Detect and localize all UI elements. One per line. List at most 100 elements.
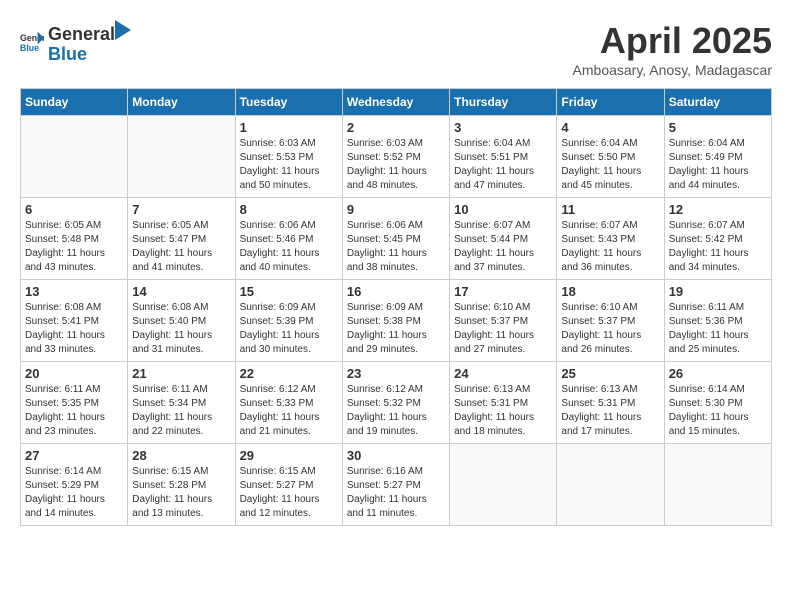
day-info: Sunrise: 6:10 AMSunset: 5:37 PMDaylight:…	[454, 301, 552, 357]
day-number: 4	[561, 120, 659, 135]
day-info: Sunrise: 6:11 AMSunset: 5:34 PMDaylight:…	[132, 383, 230, 439]
calendar-cell: 1 Sunrise: 6:03 AMSunset: 5:53 PMDaylight…	[235, 116, 342, 198]
day-info: Sunrise: 6:04 AMSunset: 5:51 PMDaylight:…	[454, 137, 552, 193]
calendar-cell: 3 Sunrise: 6:04 AMSunset: 5:51 PMDaylight…	[450, 116, 557, 198]
day-info: Sunrise: 6:07 AMSunset: 5:44 PMDaylight:…	[454, 219, 552, 275]
calendar-cell: 18 Sunrise: 6:10 AMSunset: 5:37 PMDayligh…	[557, 280, 664, 362]
calendar-cell: 4 Sunrise: 6:04 AMSunset: 5:50 PMDaylight…	[557, 116, 664, 198]
calendar-cell: 22 Sunrise: 6:12 AMSunset: 5:33 PMDayligh…	[235, 362, 342, 444]
location-subtitle: Amboasary, Anosy, Madagascar	[573, 62, 772, 78]
day-number: 7	[132, 202, 230, 217]
header: General Blue General Blue April 2025 Amb…	[20, 20, 772, 78]
calendar-week-row: 6 Sunrise: 6:05 AMSunset: 5:48 PMDaylight…	[21, 198, 772, 280]
day-number: 3	[454, 120, 552, 135]
day-number: 13	[25, 284, 123, 299]
day-info: Sunrise: 6:12 AMSunset: 5:32 PMDaylight:…	[347, 383, 445, 439]
day-info: Sunrise: 6:12 AMSunset: 5:33 PMDaylight:…	[240, 383, 338, 439]
day-info: Sunrise: 6:08 AMSunset: 5:40 PMDaylight:…	[132, 301, 230, 357]
day-info: Sunrise: 6:15 AMSunset: 5:28 PMDaylight:…	[132, 465, 230, 521]
day-info: Sunrise: 6:09 AMSunset: 5:39 PMDaylight:…	[240, 301, 338, 357]
day-info: Sunrise: 6:06 AMSunset: 5:46 PMDaylight:…	[240, 219, 338, 275]
calendar-cell: 19 Sunrise: 6:11 AMSunset: 5:36 PMDayligh…	[664, 280, 771, 362]
logo: General Blue General Blue	[20, 20, 131, 65]
day-info: Sunrise: 6:14 AMSunset: 5:30 PMDaylight:…	[669, 383, 767, 439]
day-number: 24	[454, 366, 552, 381]
day-number: 30	[347, 448, 445, 463]
calendar-cell: 17 Sunrise: 6:10 AMSunset: 5:37 PMDayligh…	[450, 280, 557, 362]
calendar-cell: 9Sunrise: 6:06 AMSunset: 5:45 PMDaylight…	[342, 198, 449, 280]
day-info: Sunrise: 6:07 AMSunset: 5:42 PMDaylight:…	[669, 219, 767, 275]
day-info: Sunrise: 6:16 AMSunset: 5:27 PMDaylight:…	[347, 465, 445, 521]
day-info: Sunrise: 6:03 AMSunset: 5:53 PMDaylight:…	[240, 137, 338, 193]
day-number: 11	[561, 202, 659, 217]
calendar-cell: 30 Sunrise: 6:16 AMSunset: 5:27 PMDayligh…	[342, 444, 449, 526]
calendar-header-wednesday: Wednesday	[342, 89, 449, 116]
calendar-cell: 20 Sunrise: 6:11 AMSunset: 5:35 PMDayligh…	[21, 362, 128, 444]
calendar-header-sunday: Sunday	[21, 89, 128, 116]
day-info: Sunrise: 6:04 AMSunset: 5:50 PMDaylight:…	[561, 137, 659, 193]
day-info: Sunrise: 6:09 AMSunset: 5:38 PMDaylight:…	[347, 301, 445, 357]
day-info: Sunrise: 6:05 AMSunset: 5:48 PMDaylight:…	[25, 219, 123, 275]
calendar-cell	[128, 116, 235, 198]
calendar-cell: 28 Sunrise: 6:15 AMSunset: 5:28 PMDayligh…	[128, 444, 235, 526]
calendar-cell: 10 Sunrise: 6:07 AMSunset: 5:44 PMDayligh…	[450, 198, 557, 280]
day-number: 16	[347, 284, 445, 299]
day-info: Sunrise: 6:14 AMSunset: 5:29 PMDaylight:…	[25, 465, 123, 521]
svg-text:Blue: Blue	[20, 43, 39, 53]
calendar-header-friday: Friday	[557, 89, 664, 116]
day-number: 26	[669, 366, 767, 381]
calendar-cell	[664, 444, 771, 526]
day-number: 28	[132, 448, 230, 463]
calendar-cell: 11Sunrise: 6:07 AMSunset: 5:43 PMDayligh…	[557, 198, 664, 280]
calendar-cell	[450, 444, 557, 526]
day-number: 29	[240, 448, 338, 463]
day-info: Sunrise: 6:13 AMSunset: 5:31 PMDaylight:…	[561, 383, 659, 439]
day-number: 18	[561, 284, 659, 299]
day-number: 22	[240, 366, 338, 381]
day-number: 25	[561, 366, 659, 381]
calendar-cell: 8Sunrise: 6:06 AMSunset: 5:46 PMDaylight…	[235, 198, 342, 280]
logo-general-text: General	[48, 25, 115, 45]
day-number: 19	[669, 284, 767, 299]
day-number: 23	[347, 366, 445, 381]
calendar-header-monday: Monday	[128, 89, 235, 116]
day-number: 6	[25, 202, 123, 217]
day-number: 15	[240, 284, 338, 299]
day-number: 17	[454, 284, 552, 299]
day-number: 14	[132, 284, 230, 299]
day-info: Sunrise: 6:15 AMSunset: 5:27 PMDaylight:…	[240, 465, 338, 521]
day-info: Sunrise: 6:13 AMSunset: 5:31 PMDaylight:…	[454, 383, 552, 439]
calendar-cell: 13 Sunrise: 6:08 AMSunset: 5:41 PMDayligh…	[21, 280, 128, 362]
calendar-week-row: 27 Sunrise: 6:14 AMSunset: 5:29 PMDayligh…	[21, 444, 772, 526]
day-info: Sunrise: 6:11 AMSunset: 5:35 PMDaylight:…	[25, 383, 123, 439]
day-number: 10	[454, 202, 552, 217]
day-info: Sunrise: 6:08 AMSunset: 5:41 PMDaylight:…	[25, 301, 123, 357]
day-info: Sunrise: 6:04 AMSunset: 5:49 PMDaylight:…	[669, 137, 767, 193]
calendar-cell: 29 Sunrise: 6:15 AMSunset: 5:27 PMDayligh…	[235, 444, 342, 526]
calendar-cell: 15 Sunrise: 6:09 AMSunset: 5:39 PMDayligh…	[235, 280, 342, 362]
day-number: 12	[669, 202, 767, 217]
calendar-cell: 6 Sunrise: 6:05 AMSunset: 5:48 PMDaylight…	[21, 198, 128, 280]
day-number: 20	[25, 366, 123, 381]
calendar-header-tuesday: Tuesday	[235, 89, 342, 116]
day-number: 27	[25, 448, 123, 463]
calendar-cell: 16 Sunrise: 6:09 AMSunset: 5:38 PMDayligh…	[342, 280, 449, 362]
calendar-cell: 14 Sunrise: 6:08 AMSunset: 5:40 PMDayligh…	[128, 280, 235, 362]
calendar-cell: 21 Sunrise: 6:11 AMSunset: 5:34 PMDayligh…	[128, 362, 235, 444]
day-info: Sunrise: 6:10 AMSunset: 5:37 PMDaylight:…	[561, 301, 659, 357]
day-number: 9	[347, 202, 445, 217]
calendar-header-row: SundayMondayTuesdayWednesdayThursdayFrid…	[21, 89, 772, 116]
calendar: SundayMondayTuesdayWednesdayThursdayFrid…	[20, 88, 772, 526]
day-info: Sunrise: 6:11 AMSunset: 5:36 PMDaylight:…	[669, 301, 767, 357]
calendar-cell: 24 Sunrise: 6:13 AMSunset: 5:31 PMDayligh…	[450, 362, 557, 444]
day-number: 5	[669, 120, 767, 135]
day-number: 21	[132, 366, 230, 381]
day-info: Sunrise: 6:05 AMSunset: 5:47 PMDaylight:…	[132, 219, 230, 275]
calendar-week-row: 20 Sunrise: 6:11 AMSunset: 5:35 PMDayligh…	[21, 362, 772, 444]
calendar-week-row: 1 Sunrise: 6:03 AMSunset: 5:53 PMDaylight…	[21, 116, 772, 198]
calendar-cell	[557, 444, 664, 526]
day-number: 1	[240, 120, 338, 135]
calendar-cell: 12 Sunrise: 6:07 AMSunset: 5:42 PMDayligh…	[664, 198, 771, 280]
calendar-week-row: 13 Sunrise: 6:08 AMSunset: 5:41 PMDayligh…	[21, 280, 772, 362]
calendar-cell: 25 Sunrise: 6:13 AMSunset: 5:31 PMDayligh…	[557, 362, 664, 444]
